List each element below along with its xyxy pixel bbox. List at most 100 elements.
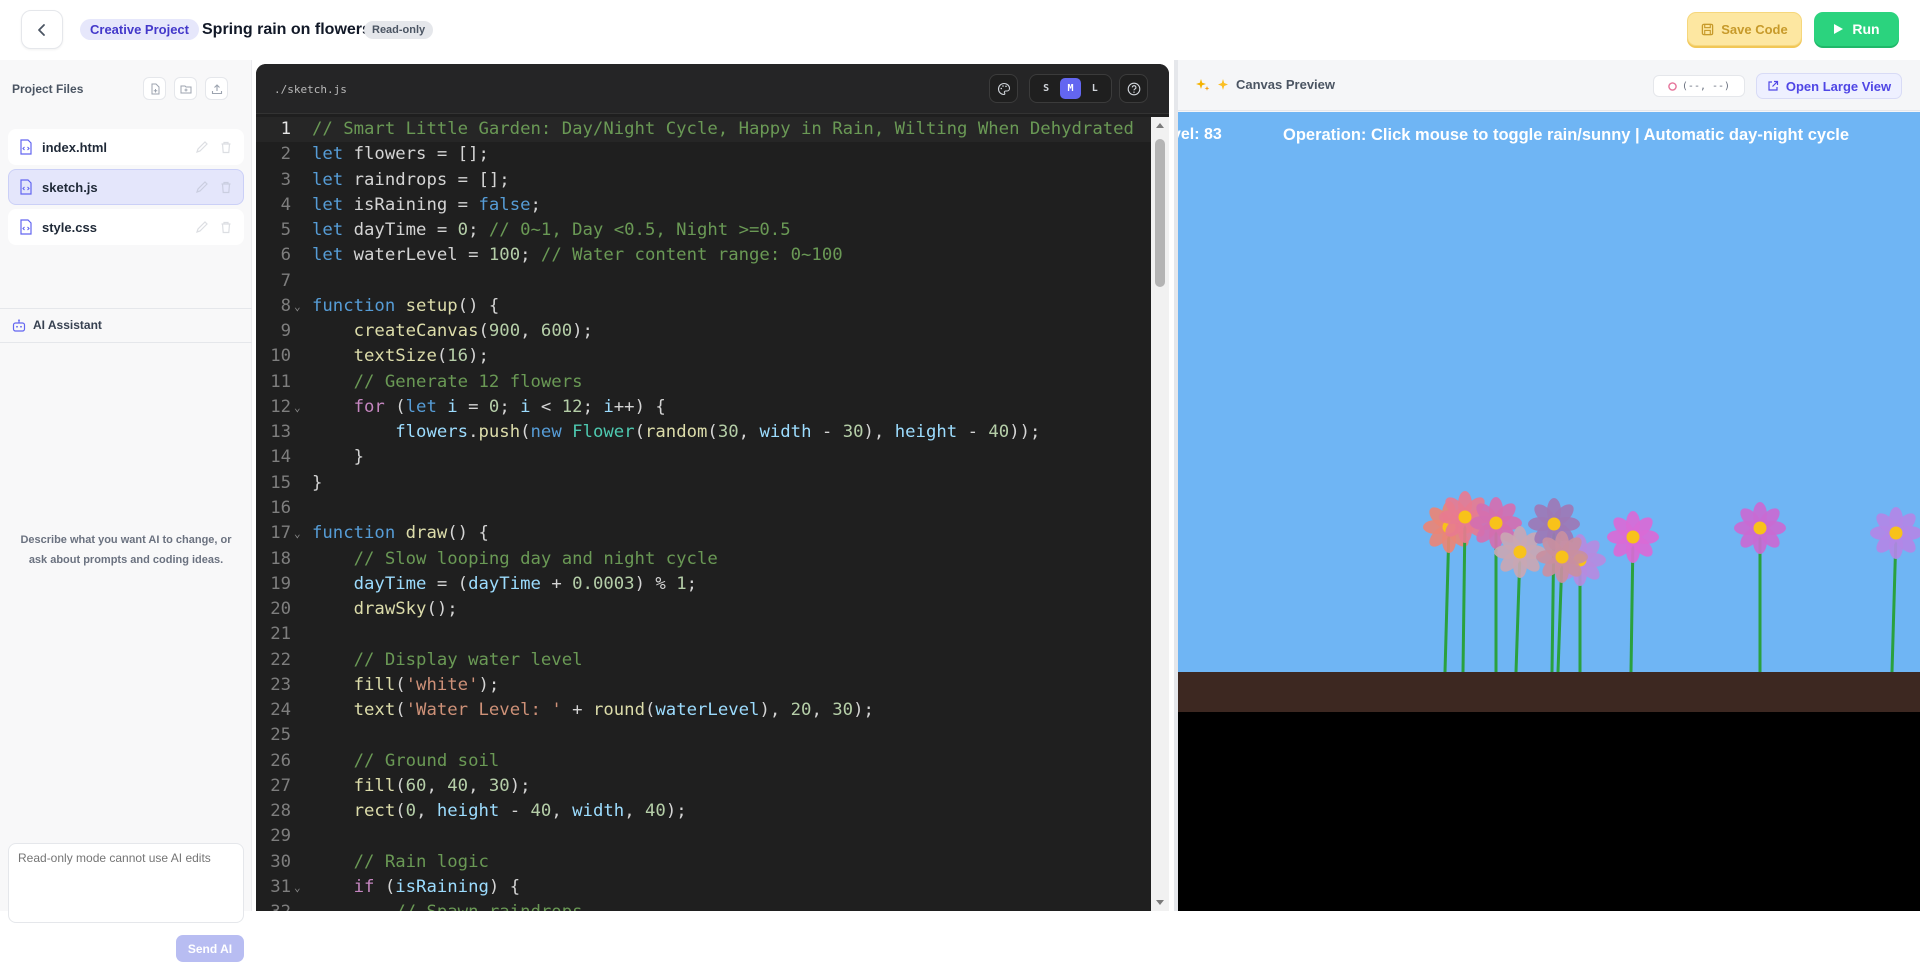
line-number: 22 [270, 649, 291, 670]
fold-chevron-icon[interactable]: ⌄ [294, 521, 301, 546]
code-area[interactable]: 1 // Smart Little Garden: Day/Night Cycle… [256, 117, 1151, 911]
line-number: 17 [270, 523, 291, 544]
code-line[interactable]: 26 // Ground soil [256, 749, 1151, 774]
line-number: 13 [270, 422, 291, 443]
save-code-button[interactable]: Save Code [1687, 12, 1802, 46]
line-number: 3 [280, 169, 291, 190]
code-line[interactable]: 30 // Rain logic [256, 850, 1151, 875]
upload-button[interactable] [205, 77, 228, 100]
code-line[interactable]: 1 // Smart Little Garden: Day/Night Cycle… [256, 117, 1151, 143]
file-item-index-html[interactable]: index.html [8, 129, 244, 165]
rename-icon[interactable] [195, 140, 209, 154]
font-size-small[interactable]: S [1036, 78, 1057, 99]
line-number: 27 [270, 775, 291, 796]
code-line[interactable]: 20 drawSky(); [256, 597, 1151, 622]
scroll-down-arrow[interactable] [1156, 900, 1164, 905]
fold-chevron-icon[interactable]: ⌄ [294, 875, 301, 900]
preview-title: Canvas Preview [1196, 77, 1335, 92]
new-file-button[interactable] [143, 77, 166, 100]
scroll-up-arrow[interactable] [1156, 123, 1164, 128]
code-line[interactable]: 3 let raindrops = []; [256, 168, 1151, 193]
fold-chevron-icon[interactable]: ⌄ [294, 395, 301, 420]
line-number: 15 [270, 472, 291, 493]
code-line[interactable]: 32 // Spawn raindrops [256, 900, 1151, 911]
file-item-sketch-js[interactable]: sketch.js [8, 169, 244, 205]
font-size-large[interactable]: L [1084, 78, 1105, 99]
cursor-coordinates: (--, --) [1653, 75, 1745, 97]
code-line[interactable]: 27 fill(60, 40, 30); [256, 774, 1151, 799]
new-folder-button[interactable] [174, 77, 197, 100]
font-size-toggle: S M L [1029, 74, 1112, 103]
rename-icon[interactable] [195, 180, 209, 194]
code-line[interactable]: 21 [256, 622, 1151, 647]
code-text: // Ground soil [353, 750, 500, 771]
upload-icon [211, 83, 222, 94]
trash-icon[interactable] [219, 140, 233, 154]
code-line[interactable]: 22 // Display water level [256, 648, 1151, 673]
file-item-style-css[interactable]: style.css [8, 209, 244, 245]
code-line[interactable]: 25 [256, 723, 1151, 748]
code-line[interactable]: 19 dayTime = (dayTime + 0.0003) % 1; [256, 572, 1151, 597]
open-large-view-button[interactable]: Open Large View [1756, 73, 1902, 99]
line-number: 10 [270, 346, 291, 367]
code-line[interactable]: 4 let isRaining = false; [256, 193, 1151, 218]
ai-prompt-input[interactable] [8, 843, 244, 923]
fold-chevron-icon[interactable]: ⌄ [294, 294, 301, 319]
code-line[interactable]: 13 flowers.push(new Flower(random(30, wi… [256, 420, 1151, 445]
code-line[interactable]: 28 rect(0, height - 40, width, 40); [256, 799, 1151, 824]
run-button[interactable]: Run [1814, 12, 1899, 46]
code-line[interactable]: 18 // Slow looping day and night cycle [256, 547, 1151, 572]
chevron-left-icon [38, 23, 45, 36]
divider [0, 342, 252, 343]
code-text: rect(0, height - 40, width, 40); [353, 801, 687, 822]
file-list: index.html sketch.js style.css [8, 129, 244, 249]
flower-center [1626, 530, 1640, 544]
scrollbar-thumb[interactable] [1155, 139, 1165, 287]
trash-icon[interactable] [219, 220, 233, 234]
line-number: 6 [280, 245, 291, 266]
code-line[interactable]: 24 text('Water Level: ' + round(waterLev… [256, 698, 1151, 723]
line-number: 14 [270, 447, 291, 468]
code-text: textSize(16); [353, 346, 489, 367]
palette-icon [997, 82, 1010, 95]
code-line[interactable]: 9 createCanvas(900, 600); [256, 319, 1151, 344]
line-number: 24 [270, 700, 291, 721]
code-text: // Spawn raindrops [312, 900, 582, 911]
code-line[interactable]: 7 [256, 269, 1151, 294]
code-line[interactable]: 6 let waterLevel = 100; // Water content … [256, 243, 1151, 268]
editor-scrollbar[interactable] [1151, 117, 1169, 911]
code-line[interactable]: 17 ⌄ function draw() { [256, 521, 1151, 546]
save-code-label: Save Code [1721, 21, 1788, 37]
code-line[interactable]: 14 } [256, 445, 1151, 470]
send-ai-button[interactable]: Send AI [176, 935, 244, 962]
font-size-medium[interactable]: M [1059, 78, 1081, 99]
theme-button[interactable] [989, 74, 1018, 103]
flower-center [1489, 516, 1503, 530]
line-number: 4 [280, 194, 291, 215]
code-line[interactable]: 16 [256, 496, 1151, 521]
code-line[interactable]: 29 [256, 824, 1151, 849]
line-number: 1 [280, 119, 291, 139]
line-number: 30 [270, 851, 291, 872]
code-line[interactable]: 12 ⌄ for (let i = 0; i < 12; i++) { [256, 395, 1151, 420]
code-line[interactable]: 31 ⌄ if (isRaining) { [256, 875, 1151, 900]
back-button[interactable] [21, 10, 63, 49]
trash-icon[interactable] [219, 180, 233, 194]
line-number: 8 [280, 295, 291, 316]
help-button[interactable] [1119, 74, 1148, 103]
external-link-icon [1768, 80, 1778, 91]
code-line[interactable]: 10 textSize(16); [256, 344, 1151, 369]
code-line[interactable]: 2 let flowers = []; [256, 142, 1151, 167]
editor-toolbar: ./sketch.js S M L [256, 64, 1169, 114]
code-line[interactable]: 5 let dayTime = 0; // 0~1, Day <0.5, Nigh… [256, 218, 1151, 243]
ai-assistant-title: AI Assistant [33, 318, 102, 332]
code-line[interactable]: 11 // Generate 12 flowers [256, 370, 1151, 395]
flower [1607, 511, 1659, 673]
code-text: fill('white'); [353, 674, 500, 695]
code-line[interactable]: 23 fill('white'); [256, 673, 1151, 698]
code-line[interactable]: 15} [256, 471, 1151, 496]
sketch-canvas[interactable]: vel: 83 Operation: Click mouse to toggle… [1178, 112, 1920, 911]
rename-icon[interactable] [195, 220, 209, 234]
code-text: let flowers = []; [312, 144, 489, 165]
code-line[interactable]: 8 ⌄ function setup() { [256, 294, 1151, 319]
